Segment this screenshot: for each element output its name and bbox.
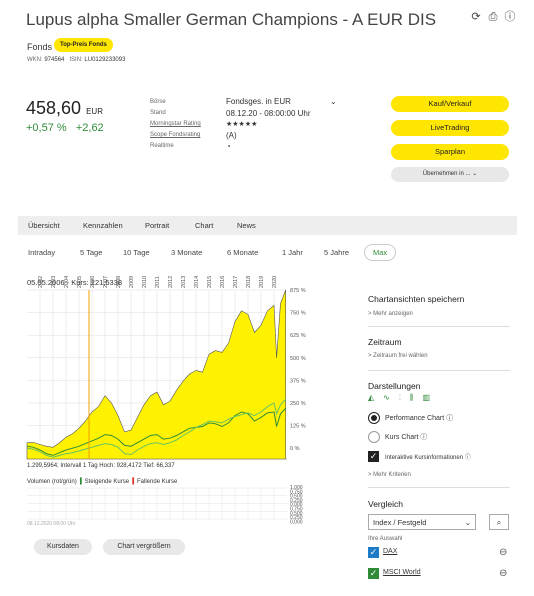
- kursdaten-button[interactable]: Kursdaten: [34, 539, 92, 555]
- x-tick-label: 2011: [155, 276, 161, 288]
- x-tick-label: 2014: [194, 276, 200, 288]
- bar-chart-icon[interactable]: ▥: [423, 393, 440, 402]
- chart-bottom-info: 1.299,5964; Intervall 1 Tag Hoch: 928,41…: [27, 463, 175, 469]
- dax-label[interactable]: DAX: [383, 548, 397, 555]
- y-tick-label: 125 %: [290, 424, 306, 430]
- volume-legend-rising: Steigende Kurse: [84, 479, 130, 485]
- kurs-chart-text: Kurs Chart: [385, 434, 419, 441]
- msci-checkbox[interactable]: ✓: [368, 568, 379, 579]
- ohlc-chart-icon[interactable]: ⫶: [399, 393, 410, 402]
- divider: [368, 487, 510, 488]
- y-tick-label: 625 %: [290, 333, 306, 339]
- candle-chart-icon[interactable]: ⫼: [410, 393, 423, 402]
- x-tick-label: 2007: [103, 276, 109, 288]
- y-tick-label: 500 %: [290, 356, 306, 362]
- volume-panel: 1,0000,7500,5000,2500,0000,7500,5000,250…: [27, 485, 303, 525]
- search-button[interactable]: ⌕: [489, 514, 509, 530]
- search-icon: ⌕: [496, 518, 502, 527]
- msci-label[interactable]: MSCI World: [383, 569, 421, 576]
- interaktiv-checkbox[interactable]: ✓: [368, 451, 379, 462]
- kriterien-link-label: Mehr Kriterien: [373, 472, 411, 478]
- mountain-chart-icon[interactable]: ◭: [368, 393, 383, 402]
- save-views-title: Chartansichten speichern: [368, 294, 465, 304]
- x-tick-label: 2004: [64, 276, 70, 288]
- chart-vergroessern-button[interactable]: Chart vergrößern: [103, 539, 185, 555]
- x-tick-label: 2016: [220, 276, 226, 288]
- zeitraum-title: Zeitraum: [368, 337, 402, 347]
- mehr-anzeigen-link[interactable]: > Mehr anzeigen: [368, 311, 413, 317]
- x-tick-label: 2003: [51, 276, 57, 288]
- interaktiv-label: Interaktive Kursinformationen ⓘ: [385, 452, 471, 461]
- divider: [368, 326, 510, 327]
- kriterien-link[interactable]: > Mehr Kriterien: [368, 472, 411, 478]
- zeitraum-link-label: Zeitraum frei wählen: [373, 353, 428, 359]
- vergleich-select-value: Index / Festgeld: [373, 518, 427, 527]
- y-tick-label: 250 %: [290, 401, 306, 407]
- x-axis: 2002 2003 2004 2005 2006 2007 2008 2009 2010 2011…: [38, 276, 278, 288]
- x-tick-label: 2017: [233, 276, 239, 288]
- remove-dax-icon[interactable]: ⊖: [499, 547, 507, 558]
- x-tick-label: 2019: [259, 276, 265, 288]
- y-tick-label: 750 %: [290, 311, 306, 317]
- vergleich-title: Vergleich: [368, 499, 403, 509]
- x-tick-label: 2006: [90, 276, 96, 288]
- x-tick-label: 2010: [142, 276, 148, 288]
- x-tick-label: 2012: [168, 276, 174, 288]
- x-tick-label: 2005: [77, 276, 83, 288]
- info-icon: ⓘ: [446, 415, 454, 422]
- zeitraum-link[interactable]: > Zeitraum frei wählen: [368, 353, 428, 359]
- interaktiv-text: Interaktive Kursinformationen: [385, 455, 464, 461]
- divider: [368, 370, 510, 371]
- volume-legend: Volumen (rot/grün) ▍Steigende Kurse ▍Fal…: [27, 478, 177, 485]
- ihre-auswahl-label: Ihre Auswahl: [368, 536, 403, 542]
- chevron-down-icon: ⌄: [464, 518, 471, 527]
- x-tick-label: 2013: [181, 276, 187, 288]
- x-tick-label: 2002: [38, 276, 44, 288]
- y-tick-label: 875 %: [290, 288, 306, 294]
- perf-chart-radio[interactable]: [368, 412, 380, 424]
- mehr-anzeigen-label: Mehr anzeigen: [373, 311, 413, 317]
- volume-legend-label: Volumen (rot/grün): [27, 479, 77, 485]
- volume-legend-falling: Fallende Kurse: [137, 479, 178, 485]
- x-tick-label: 2018: [246, 276, 252, 288]
- volume-tick-label: 0,000: [290, 519, 303, 525]
- info-icon: ⓘ: [420, 434, 428, 441]
- chart-timestamp: 08.12.2020 08:00 Uhr: [27, 521, 76, 527]
- y-tick-label: 0 %: [290, 446, 300, 452]
- x-tick-label: 2008: [116, 276, 122, 288]
- kurs-chart-label: Kurs Chart ⓘ: [385, 432, 427, 442]
- dax-checkbox[interactable]: ✓: [368, 547, 379, 558]
- y-tick-label: 375 %: [290, 378, 306, 384]
- kurs-chart-radio[interactable]: [368, 431, 380, 443]
- vergleich-select[interactable]: Index / Festgeld ⌄: [368, 514, 476, 530]
- perf-chart-text: Performance Chart: [385, 415, 445, 422]
- x-tick-label: 2009: [129, 276, 135, 288]
- remove-msci-icon[interactable]: ⊖: [499, 568, 507, 579]
- line-chart-icon[interactable]: ∿: [383, 393, 399, 402]
- y-axis: 875 % 750 % 625 % 500 % 375 % 250 % 125 % 0 %: [290, 288, 306, 452]
- info-icon: ⓘ: [464, 455, 471, 461]
- x-tick-label: 2015: [207, 276, 213, 288]
- x-tick-label: 2020: [272, 276, 278, 288]
- chart-type-icons[interactable]: ◭∿⫶⫼▥: [368, 393, 439, 403]
- perf-chart-label: Performance Chart ⓘ: [385, 413, 453, 423]
- darstellungen-title: Darstellungen: [368, 381, 421, 391]
